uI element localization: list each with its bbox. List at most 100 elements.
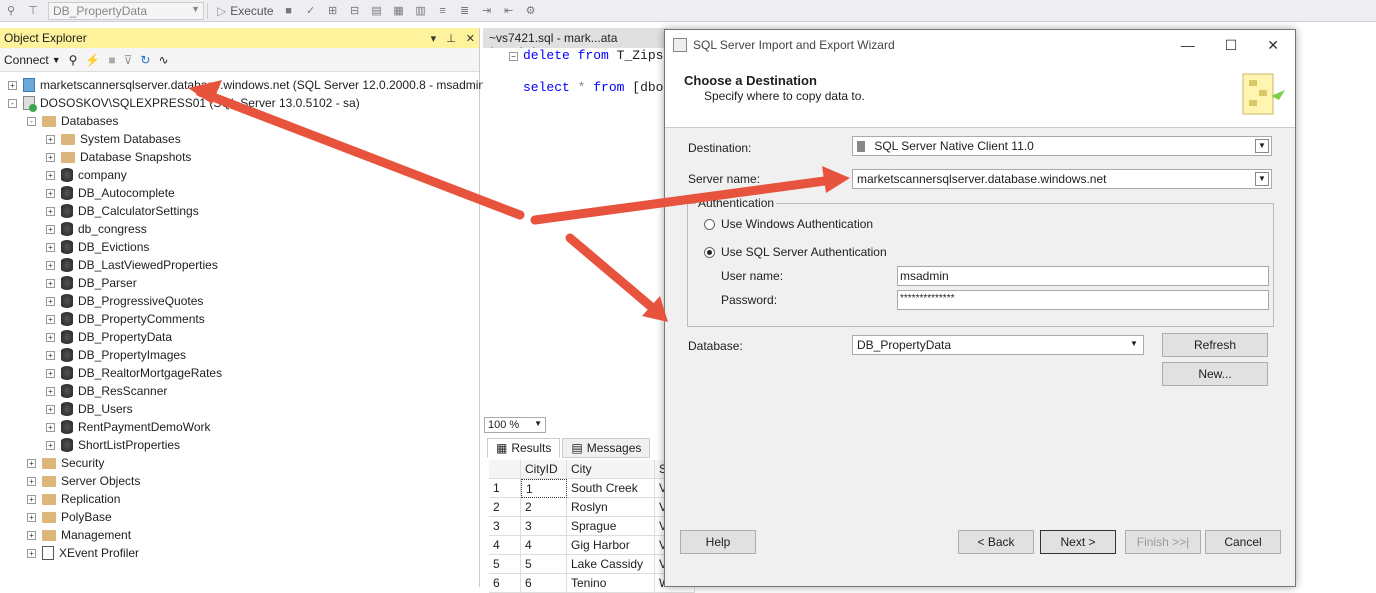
expand-icon[interactable]: + bbox=[46, 278, 55, 288]
tree-node[interactable]: + DB_RealtorMortgageRates bbox=[46, 364, 222, 382]
pin-icon[interactable]: ⊥ bbox=[446, 32, 456, 45]
tree-node[interactable]: + DB_Parser bbox=[46, 274, 137, 292]
tree-node[interactable]: + Management bbox=[27, 526, 131, 544]
expand-icon[interactable]: + bbox=[46, 170, 55, 180]
tree-node[interactable]: + DB_ProgressiveQuotes bbox=[46, 292, 203, 310]
cancel-button[interactable]: Cancel bbox=[1205, 530, 1281, 554]
tree-node[interactable]: + Security bbox=[27, 454, 104, 472]
new-database-button[interactable]: New... bbox=[1162, 362, 1268, 386]
grid-cell[interactable]: 6 bbox=[489, 574, 521, 593]
grid-cell[interactable]: 2 bbox=[489, 498, 521, 517]
expand-icon[interactable]: + bbox=[46, 296, 55, 306]
tree-node[interactable]: + RentPaymentDemoWork bbox=[46, 418, 211, 436]
dropdown-icon[interactable]: ▾ bbox=[431, 32, 437, 45]
tree-node[interactable]: + DB_Evictions bbox=[46, 238, 149, 256]
uncomment-icon[interactable]: ≣ bbox=[458, 4, 472, 18]
expand-icon[interactable]: + bbox=[46, 422, 55, 432]
grid-cell[interactable]: 3 bbox=[521, 517, 567, 536]
expand-icon[interactable]: + bbox=[46, 260, 55, 270]
grid-cell[interactable]: 3 bbox=[489, 517, 521, 536]
password-input[interactable]: ************** bbox=[897, 290, 1269, 310]
grid-cell[interactable]: Lake Cassidy bbox=[567, 555, 655, 574]
connect-plug-icon[interactable]: ⚲ bbox=[69, 53, 78, 67]
grid-column-header[interactable] bbox=[489, 460, 521, 479]
expand-icon[interactable]: + bbox=[46, 314, 55, 324]
grid-cell[interactable]: 6 bbox=[521, 574, 567, 593]
tree-node[interactable]: + DB_ResScanner bbox=[46, 382, 167, 400]
stop-icon[interactable]: ■ bbox=[282, 4, 296, 18]
back-button[interactable]: < Back bbox=[958, 530, 1034, 554]
query-plan-icon[interactable]: ⊞ bbox=[326, 4, 340, 18]
grid-column-header[interactable]: City bbox=[567, 460, 655, 479]
destination-select[interactable]: SQL Server Native Client 11.0 ▼ bbox=[852, 136, 1272, 156]
server-name-input[interactable]: marketscannersqlserver.database.windows.… bbox=[852, 169, 1272, 189]
collapse-icon[interactable]: - bbox=[27, 116, 36, 126]
expand-icon[interactable]: + bbox=[27, 476, 36, 486]
grid-cell[interactable]: Sprague bbox=[567, 517, 655, 536]
grid-cell[interactable]: 5 bbox=[521, 555, 567, 574]
expand-icon[interactable]: + bbox=[27, 548, 36, 558]
expand-icon[interactable]: + bbox=[46, 332, 55, 342]
tree-node[interactable]: + Server Objects bbox=[27, 472, 140, 490]
refresh-icon[interactable]: ↻ bbox=[140, 53, 150, 67]
windows-auth-radio[interactable]: Use Windows Authentication bbox=[704, 217, 873, 231]
expand-icon[interactable]: + bbox=[46, 206, 55, 216]
tree-node[interactable]: + marketscannersqlserver.database.windows… bbox=[8, 76, 489, 94]
grid-cell[interactable]: Roslyn bbox=[567, 498, 655, 517]
outdent-icon[interactable]: ⇤ bbox=[502, 4, 516, 18]
username-input[interactable]: msadmin bbox=[897, 266, 1269, 286]
tree-node[interactable]: + System Databases bbox=[46, 130, 181, 148]
grid-cell[interactable]: 1 bbox=[489, 479, 521, 498]
execute-button[interactable]: ▷ Execute bbox=[217, 4, 274, 18]
zoom-select[interactable]: 100 % ▼ bbox=[484, 417, 546, 433]
indent-icon[interactable]: ⇥ bbox=[480, 4, 494, 18]
collapse-region-icon[interactable]: − bbox=[509, 52, 518, 61]
tree-node[interactable]: + DB_CalculatorSettings bbox=[46, 202, 199, 220]
expand-icon[interactable]: + bbox=[46, 242, 55, 252]
close-icon[interactable]: ✕ bbox=[1267, 37, 1279, 54]
tree-node[interactable]: + DB_PropertyData bbox=[46, 328, 172, 346]
grid-cell[interactable]: Tenino bbox=[567, 574, 655, 593]
expand-icon[interactable]: + bbox=[27, 530, 36, 540]
results-file-icon[interactable]: ▥ bbox=[414, 4, 428, 18]
stop-icon[interactable]: ■ bbox=[108, 53, 115, 67]
results-grid-icon[interactable]: ▦ bbox=[392, 4, 406, 18]
expand-icon[interactable]: + bbox=[46, 152, 55, 162]
tree-node[interactable]: + XEvent Profiler bbox=[27, 544, 139, 562]
grid-column-header[interactable]: CityID bbox=[521, 460, 567, 479]
expand-icon[interactable]: + bbox=[46, 386, 55, 396]
expand-icon[interactable]: + bbox=[8, 80, 17, 90]
expand-icon[interactable]: + bbox=[46, 368, 55, 378]
grid-cell[interactable]: 2 bbox=[521, 498, 567, 517]
tree-node[interactable]: + DB_PropertyImages bbox=[46, 346, 186, 364]
specify-values-icon[interactable]: ⚙ bbox=[524, 4, 538, 18]
query-editor-tab[interactable]: ~vs7421.sql - mark...ata (msadmi bbox=[483, 28, 668, 59]
tree-node[interactable]: + Database Snapshots bbox=[46, 148, 191, 166]
grid-cell[interactable]: Gig Harbor bbox=[567, 536, 655, 555]
expand-icon[interactable]: + bbox=[46, 440, 55, 450]
tab-results[interactable]: ▦ Results bbox=[487, 438, 561, 458]
tree-node[interactable]: - DOSOSKOV\SQLEXPRESS01 (SQL Server 13.0.… bbox=[8, 94, 360, 112]
tree-node[interactable]: + DB_Users bbox=[46, 400, 133, 418]
help-button[interactable]: Help bbox=[680, 530, 756, 554]
connect-plug-icon[interactable]: ⚲ bbox=[4, 4, 18, 18]
filter-icon[interactable]: ⊤ bbox=[26, 4, 40, 18]
database-select[interactable]: DB_PropertyData ▼ bbox=[852, 335, 1144, 355]
disconnect-icon[interactable]: ⚡ bbox=[85, 53, 100, 67]
expand-icon[interactable]: + bbox=[46, 134, 55, 144]
tree-node[interactable]: + DB_LastViewedProperties bbox=[46, 256, 218, 274]
tree-node[interactable]: + Replication bbox=[27, 490, 120, 508]
expand-icon[interactable]: + bbox=[46, 188, 55, 198]
comment-icon[interactable]: ≡ bbox=[436, 4, 450, 18]
expand-icon[interactable]: + bbox=[27, 494, 36, 504]
expand-icon[interactable]: + bbox=[46, 224, 55, 234]
collapse-icon[interactable]: - bbox=[8, 98, 17, 108]
maximize-icon[interactable]: ☐ bbox=[1225, 37, 1238, 54]
grid-cell[interactable]: 4 bbox=[521, 536, 567, 555]
query-design-icon[interactable]: ⊟ bbox=[348, 4, 362, 18]
tree-node[interactable]: + company bbox=[46, 166, 127, 184]
tree-node[interactable]: + ShortListProperties bbox=[46, 436, 180, 454]
tree-node[interactable]: + PolyBase bbox=[27, 508, 112, 526]
sql-auth-radio[interactable]: Use SQL Server Authentication bbox=[704, 245, 887, 259]
tree-node[interactable]: + DB_PropertyComments bbox=[46, 310, 205, 328]
